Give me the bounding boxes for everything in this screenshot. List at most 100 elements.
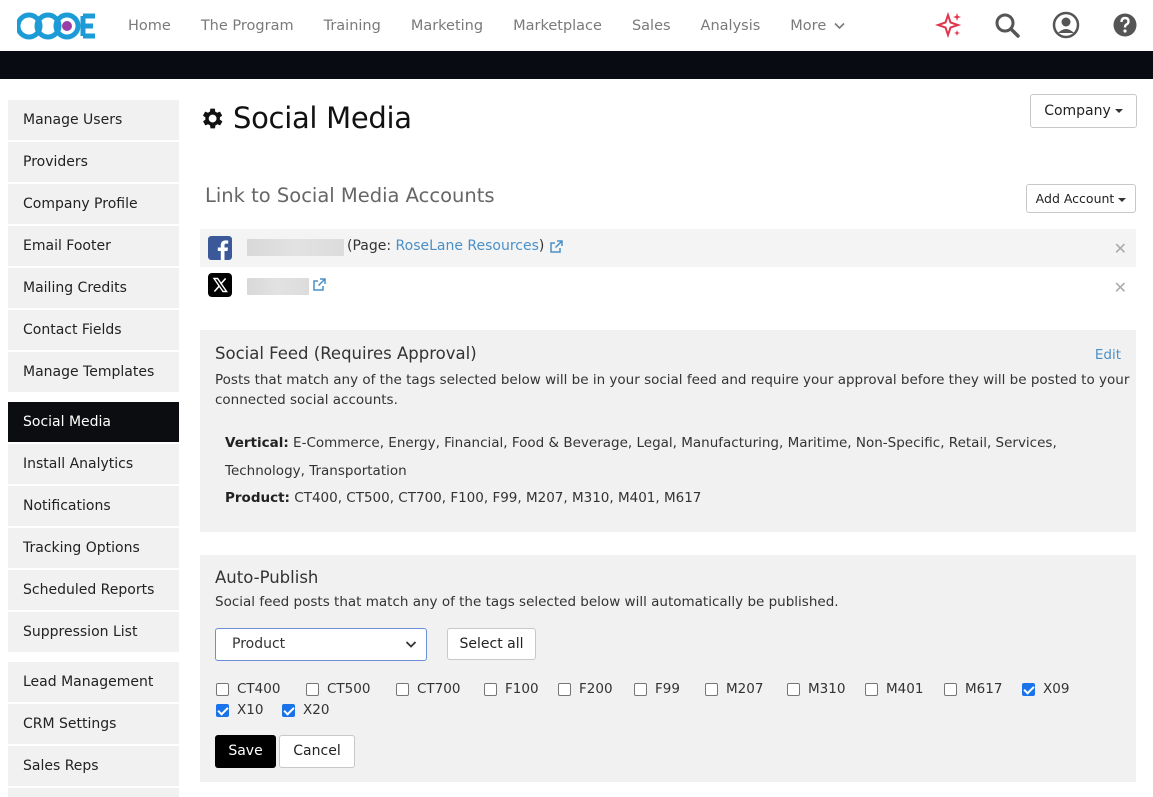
sidebar-item-email-footer[interactable]: Email Footer <box>8 226 179 266</box>
checkbox-m401[interactable]: M401 <box>865 681 923 697</box>
checkbox-box[interactable] <box>558 682 571 696</box>
ccoe-logo[interactable] <box>17 8 97 44</box>
checkbox-f99[interactable]: F99 <box>634 681 680 697</box>
redacted-account-name <box>247 239 344 256</box>
checkbox-ct400[interactable]: CT400 <box>216 681 280 697</box>
sidebar-item-manage-templates[interactable]: Manage Templates <box>8 352 179 392</box>
auto-publish-description: Social feed posts that match any of the … <box>215 594 839 610</box>
checkbox-box[interactable] <box>787 682 800 696</box>
facebook-page-link[interactable]: RoseLane Resources <box>396 238 539 254</box>
checkbox-box[interactable] <box>216 682 229 696</box>
nav-training[interactable]: Training <box>309 18 396 34</box>
external-link-icon[interactable] <box>312 278 326 292</box>
social-feed-description: Posts that match any of the tags selecte… <box>215 372 1130 408</box>
external-link-icon[interactable] <box>549 240 563 254</box>
nav-home[interactable]: Home <box>113 18 186 34</box>
sidebar-item-suppression-list[interactable]: Suppression List <box>8 612 179 652</box>
checkbox-x09[interactable]: X09 <box>1022 681 1069 697</box>
nav-marketplace[interactable]: Marketplace <box>498 18 617 34</box>
sidebar-item-mailing-credits[interactable]: Mailing Credits <box>8 268 179 308</box>
select-all-button[interactable]: Select all <box>447 628 536 660</box>
checkbox-ct500[interactable]: CT500 <box>306 681 370 697</box>
nav-sales[interactable]: Sales <box>617 18 686 34</box>
company-button-label: Company <box>1044 103 1111 119</box>
user-account-icon[interactable] <box>1052 11 1080 39</box>
sidebar-item-contact-fields[interactable]: Contact Fields <box>8 310 179 350</box>
social-feed-panel: Social Feed (Requires Approval) Edit Pos… <box>200 330 1136 532</box>
checkbox-f100[interactable]: F100 <box>484 681 539 697</box>
sidebar-item-providers[interactable]: Providers <box>8 142 179 182</box>
redacted-account-name <box>247 278 309 295</box>
sidebar-item-social-media[interactable]: Social Media <box>8 402 179 442</box>
search-icon[interactable] <box>993 11 1021 39</box>
nav-marketing[interactable]: Marketing <box>396 18 498 34</box>
sidebar-item-install-analytics[interactable]: Install Analytics <box>8 444 179 484</box>
checkbox-box[interactable] <box>484 682 497 696</box>
chevron-down-icon <box>405 641 417 648</box>
product-label: Product: <box>225 490 290 506</box>
header-bar <box>0 51 1153 79</box>
main-menu: Home The Program Training Marketing Mark… <box>113 0 860 51</box>
checkbox-m207[interactable]: M207 <box>705 681 763 697</box>
tag-category-select[interactable]: Product <box>215 628 427 661</box>
checkbox-x20[interactable]: X20 <box>282 702 329 718</box>
save-button[interactable]: Save <box>215 735 276 768</box>
sidebar-item-sales-reps[interactable]: Sales Reps <box>8 746 179 786</box>
vertical-tags: Vertical: E-Commerce, Energy, Financial,… <box>225 429 1115 485</box>
sidebar-item-scheduled-reports[interactable]: Scheduled Reports <box>8 570 179 610</box>
page-suffix: ) <box>538 238 545 254</box>
nav-the-program[interactable]: The Program <box>186 18 309 34</box>
checkbox-box[interactable] <box>216 703 229 717</box>
checkbox-label: F99 <box>655 681 680 697</box>
sidebar-item-notifications[interactable]: Notifications <box>8 486 179 526</box>
sparkle-icon[interactable] <box>935 11 963 39</box>
checkbox-box[interactable] <box>396 682 409 696</box>
top-navbar: Home The Program Training Marketing Mark… <box>0 0 1153 51</box>
sidebar-item-partial <box>8 788 179 797</box>
checkbox-box[interactable] <box>865 682 878 696</box>
checkbox-label: M401 <box>886 681 924 697</box>
checkbox-box[interactable] <box>282 703 295 717</box>
checkbox-label: X10 <box>237 702 264 718</box>
nav-more[interactable]: More <box>775 18 860 34</box>
help-icon[interactable] <box>1111 11 1139 39</box>
gear-icon <box>202 108 223 128</box>
edit-social-feed-link[interactable]: Edit <box>1095 347 1121 363</box>
auto-publish-title: Auto-Publish <box>215 568 319 587</box>
nav-analysis[interactable]: Analysis <box>686 18 776 34</box>
caret-down-icon <box>1118 197 1127 202</box>
vertical-values: E-Commerce, Energy, Financial, Food & Be… <box>225 435 1057 479</box>
checkbox-box[interactable] <box>634 682 647 696</box>
remove-account-icon[interactable]: ✕ <box>1114 278 1127 297</box>
add-account-button[interactable]: Add Account <box>1026 184 1136 213</box>
checkbox-m310[interactable]: M310 <box>787 681 845 697</box>
checkbox-m617[interactable]: M617 <box>944 681 1002 697</box>
caret-down-icon <box>1114 109 1123 113</box>
checkbox-f200[interactable]: F200 <box>558 681 613 697</box>
checkbox-label: CT500 <box>327 681 371 697</box>
facebook-icon <box>208 236 232 260</box>
checkbox-label: F200 <box>579 681 613 697</box>
sidebar-item-crm-settings[interactable]: CRM Settings <box>8 704 179 744</box>
sidebar-item-tracking-options[interactable]: Tracking Options <box>8 528 179 568</box>
company-dropdown-button[interactable]: Company <box>1030 94 1137 128</box>
checkbox-label: X20 <box>303 702 330 718</box>
product-tags: Product: CT400, CT500, CT700, F100, F99,… <box>225 484 1115 512</box>
facebook-page-info: (Page: RoseLane Resources) <box>347 238 544 254</box>
checkbox-box[interactable] <box>705 682 718 696</box>
checkbox-label: M310 <box>808 681 846 697</box>
account-row-facebook: (Page: RoseLane Resources) ✕ <box>200 229 1136 267</box>
sidebar-item-company-profile[interactable]: Company Profile <box>8 184 179 224</box>
sidebar-item-manage-users[interactable]: Manage Users <box>8 100 179 140</box>
checkbox-x10[interactable]: X10 <box>216 702 263 718</box>
sidebar-item-lead-management[interactable]: Lead Management <box>8 662 179 702</box>
page-prefix: (Page: <box>347 238 396 254</box>
auto-publish-panel: Auto-Publish Social feed posts that matc… <box>200 555 1136 782</box>
checkbox-box[interactable] <box>944 682 957 696</box>
cancel-button[interactable]: Cancel <box>279 735 355 768</box>
checkbox-box[interactable] <box>1022 682 1035 696</box>
remove-account-icon[interactable]: ✕ <box>1114 239 1127 258</box>
checkbox-ct700[interactable]: CT700 <box>396 681 460 697</box>
checkbox-box[interactable] <box>306 682 319 696</box>
social-feed-title: Social Feed (Requires Approval) <box>215 344 477 363</box>
